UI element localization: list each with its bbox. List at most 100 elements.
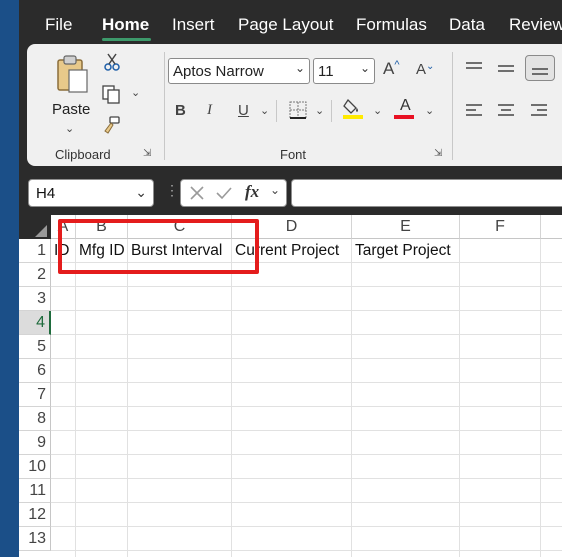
gridline <box>51 502 562 503</box>
font-color-button[interactable]: A <box>394 96 416 120</box>
font-color-dropdown-icon[interactable]: ⌄ <box>425 104 434 117</box>
fill-color-dropdown-icon[interactable]: ⌄ <box>373 104 382 117</box>
grow-font-label: A <box>383 59 395 78</box>
window-left-edge <box>0 0 19 557</box>
cut-icon[interactable] <box>103 52 121 72</box>
fill-color-icon[interactable] <box>342 96 364 120</box>
formula-bar-grip-icon[interactable]: ⋮ <box>165 182 179 199</box>
name-box[interactable]: H4 ⌄ <box>28 179 154 207</box>
gridline <box>51 358 562 359</box>
row-header-1[interactable]: 1 <box>19 239 51 263</box>
copy-icon[interactable] <box>101 84 121 104</box>
gridline <box>51 526 562 527</box>
underline-dropdown-icon[interactable]: ⌄ <box>260 104 269 117</box>
group-separator <box>164 52 165 160</box>
ribbon-tabs: File Home Insert Page Layout Formulas Da… <box>19 0 562 44</box>
paste-icon <box>57 55 88 93</box>
row-header-8[interactable]: 8 <box>19 407 51 431</box>
borders-icon[interactable] <box>288 100 308 120</box>
chevron-down-icon[interactable]: ⌄ <box>270 183 280 197</box>
italic-button[interactable]: I <box>207 102 212 119</box>
cell-area[interactable]: ID Mfg ID Burst Interval Current Project… <box>51 239 562 557</box>
tab-page-layout[interactable]: Page Layout <box>238 15 333 35</box>
gridline <box>51 454 562 455</box>
gridline <box>51 382 562 383</box>
font-group-label: Font <box>280 147 307 162</box>
row-header-6[interactable]: 6 <box>19 359 51 383</box>
select-all-corner[interactable] <box>19 215 51 239</box>
chevron-down-icon: ⌄ <box>359 61 370 75</box>
font-size-combo[interactable]: 11 ⌄ <box>313 58 375 84</box>
paste-dropdown-icon[interactable]: ⌄ <box>65 122 74 135</box>
row-header-4[interactable]: 4 <box>19 311 51 335</box>
chevron-down-icon: ⌄ <box>135 184 147 200</box>
tab-insert[interactable]: Insert <box>172 15 215 35</box>
row-headers: 1 2 3 4 5 6 7 8 9 10 11 12 13 <box>19 239 51 557</box>
underline-button[interactable]: U <box>238 102 249 119</box>
column-header-next[interactable] <box>541 215 562 239</box>
tab-formulas[interactable]: Formulas <box>356 15 427 35</box>
highlight-box <box>58 219 259 274</box>
tab-home[interactable]: Home <box>102 15 149 35</box>
group-separator <box>452 52 453 160</box>
gridline <box>51 334 562 335</box>
gridline <box>51 430 562 431</box>
column-header-e[interactable]: E <box>352 215 460 239</box>
borders-dropdown-icon[interactable]: ⌄ <box>315 104 324 117</box>
cell-e1[interactable]: Target Project <box>352 239 451 263</box>
select-all-icon <box>35 225 47 237</box>
column-header-f[interactable]: F <box>460 215 541 239</box>
active-tab-indicator <box>102 38 151 41</box>
font-color-swatch <box>394 115 414 119</box>
excel-window: File Home Insert Page Layout Formulas Da… <box>19 0 562 557</box>
row-header-5[interactable]: 5 <box>19 335 51 359</box>
align-top-icon[interactable] <box>465 61 483 77</box>
font-name-combo[interactable]: Aptos Narrow ⌄ <box>168 58 310 84</box>
formula-bar: H4 ⌄ ⋮ fx ⌄ <box>19 170 562 214</box>
font-color-label: A <box>400 97 411 114</box>
gridline <box>51 478 562 479</box>
paste-label: Paste <box>52 101 91 118</box>
row-header-7[interactable]: 7 <box>19 383 51 407</box>
gridline <box>51 310 562 311</box>
row-header-10[interactable]: 10 <box>19 455 51 479</box>
ribbon-home: Paste ⌄ ⌄ Clipboard ⇲ Aptos Narrow ⌄ 11 … <box>27 44 562 166</box>
chevron-down-icon: ⌄ <box>294 61 305 75</box>
name-box-value: H4 <box>36 185 56 202</box>
font-size-value: 11 <box>318 63 334 80</box>
align-left-icon[interactable] <box>465 102 483 120</box>
insert-function-button[interactable]: fx <box>245 182 259 202</box>
paste-button[interactable]: Paste ⌄ <box>45 52 93 135</box>
shrink-font-label: A <box>416 61 427 78</box>
bold-button[interactable]: B <box>175 102 186 119</box>
gridline <box>51 550 562 551</box>
shrink-font-button[interactable]: A⌄ <box>416 61 434 78</box>
font-launcher-icon[interactable]: ⇲ <box>434 148 442 159</box>
formula-input[interactable] <box>291 179 562 207</box>
row-header-3[interactable]: 3 <box>19 287 51 311</box>
formula-buttons: fx ⌄ <box>180 179 287 207</box>
align-center-icon[interactable] <box>497 102 515 120</box>
align-middle-icon[interactable] <box>497 61 515 77</box>
clipboard-launcher-icon[interactable]: ⇲ <box>143 148 151 159</box>
tab-data[interactable]: Data <box>449 15 485 35</box>
row-header-9[interactable]: 9 <box>19 431 51 455</box>
gridline <box>51 286 562 287</box>
copy-dropdown-icon[interactable]: ⌄ <box>131 86 140 99</box>
enter-check-icon[interactable] <box>215 185 233 201</box>
align-bottom-icon <box>532 68 548 75</box>
align-bottom-button[interactable] <box>525 55 555 81</box>
row-header-11[interactable]: 11 <box>19 479 51 503</box>
tab-file[interactable]: File <box>45 15 72 35</box>
group-separator <box>276 100 277 122</box>
align-right-icon[interactable] <box>530 102 548 120</box>
row-header-13[interactable]: 13 <box>19 527 51 551</box>
font-name-value: Aptos Narrow <box>173 63 264 80</box>
cancel-icon[interactable] <box>189 185 205 201</box>
grow-font-button[interactable]: A^ <box>383 59 400 79</box>
tab-review[interactable]: Review <box>509 15 562 35</box>
row-header-12[interactable]: 12 <box>19 503 51 527</box>
format-painter-icon[interactable] <box>101 115 121 135</box>
gridline <box>51 406 562 407</box>
row-header-2[interactable]: 2 <box>19 263 51 287</box>
